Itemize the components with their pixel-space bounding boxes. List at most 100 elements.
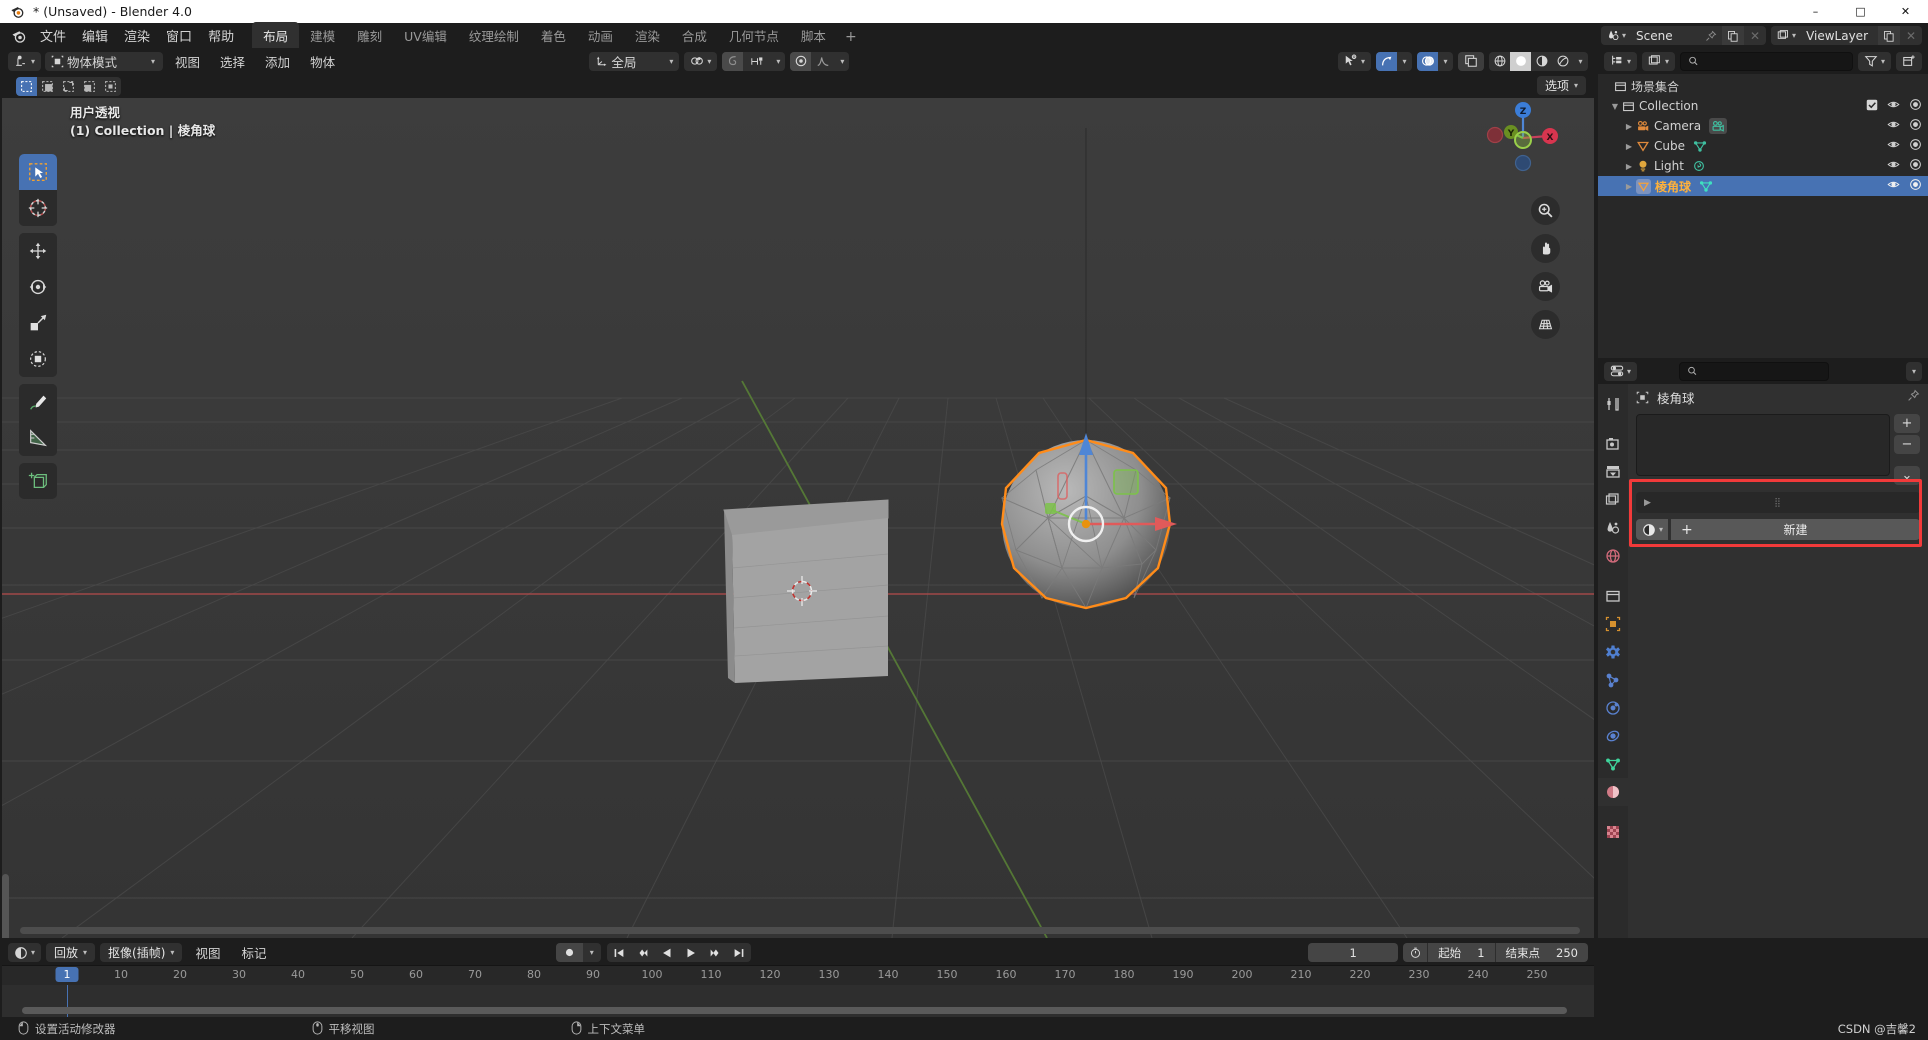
timeline-horizontal-scrollbar[interactable] — [22, 1007, 1567, 1014]
viewport-menu-view[interactable]: 视图 — [167, 50, 208, 73]
outliner-row-collection[interactable]: ▼ Collection — [1598, 96, 1928, 116]
outliner-search-input[interactable] — [1703, 54, 1845, 68]
scene-selector[interactable]: ▾ Scene ✕ — [1601, 26, 1767, 45]
wireframe-shading-icon[interactable] — [1489, 52, 1510, 71]
camera-render-icon[interactable] — [1909, 118, 1922, 134]
show-gizmo-icon[interactable] — [1376, 51, 1397, 71]
viewport-canvas[interactable] — [2, 98, 1594, 938]
annotate-tool[interactable] — [19, 384, 57, 420]
maximize-button[interactable]: □ — [1838, 0, 1883, 23]
constraints-tab[interactable] — [1598, 722, 1628, 750]
expand-arrow-icon[interactable]: ▶ — [1644, 498, 1651, 508]
eye-icon[interactable] — [1887, 138, 1900, 154]
eye-icon[interactable] — [1887, 158, 1900, 174]
viewport-horizontal-scrollbar[interactable] — [20, 927, 1580, 934]
collection-tab[interactable] — [1598, 582, 1628, 610]
material-tab[interactable] — [1598, 778, 1628, 806]
viewport-menu-select[interactable]: 选择 — [212, 50, 253, 73]
falloff-dropdown-caret[interactable]: ▾ — [835, 52, 849, 71]
timeline-menu-view[interactable]: 视图 — [187, 941, 228, 964]
zoom-icon[interactable] — [1531, 196, 1560, 225]
measure-tool[interactable] — [19, 420, 57, 456]
viewport-3d[interactable]: 用户透视 (1) Collection | 棱角球 Z X Y ▾ 物体模式 ▾… — [2, 48, 1594, 938]
properties-search-box[interactable] — [1678, 361, 1829, 381]
playback-menu[interactable]: 回放 ▾ — [46, 943, 96, 962]
timeline-ruler[interactable]: 1 10 20 30 40 50 60 70 80 90 100 110 120… — [2, 965, 1594, 985]
minimize-button[interactable]: – — [1793, 0, 1838, 23]
auto-keying-caret[interactable]: ▾ — [583, 943, 601, 962]
workspace-tab-compositing[interactable]: 合成 — [671, 22, 718, 50]
cursor-tool[interactable] — [19, 190, 57, 226]
outliner-row-icosphere[interactable]: ▶ 棱角球 — [1598, 176, 1928, 196]
lasso-select-icon[interactable] — [79, 76, 100, 96]
falloff-curve-icon[interactable] — [811, 52, 835, 71]
physics-tab[interactable] — [1598, 694, 1628, 722]
workspace-tab-rendering[interactable]: 渲染 — [624, 22, 671, 50]
viewport-menu-add[interactable]: 添加 — [257, 50, 298, 73]
cube-expand-arrow[interactable]: ▶ — [1622, 142, 1636, 151]
camera-render-icon[interactable] — [1909, 98, 1922, 114]
menu-render[interactable]: 渲染 — [116, 23, 158, 48]
workspace-tab-uv-editing[interactable]: UV编辑 — [393, 22, 458, 50]
keying-menu[interactable]: 抠像(插帧) ▾ — [100, 943, 183, 962]
show-overlays-icon[interactable] — [1417, 51, 1438, 71]
outliner-row-scene-collection[interactable]: 场景集合 — [1598, 76, 1928, 96]
camera-expand-arrow[interactable]: ▶ — [1622, 122, 1636, 131]
properties-options-caret[interactable]: ▾ — [1905, 361, 1922, 381]
material-slot-specials-button[interactable]: ⌄ — [1894, 466, 1920, 485]
particles-tab[interactable] — [1598, 666, 1628, 694]
new-viewlayer-icon[interactable] — [1878, 26, 1900, 45]
proportional-editing-toggle[interactable] — [790, 51, 812, 71]
close-button[interactable]: ✕ — [1883, 0, 1928, 23]
outliner-row-cube[interactable]: ▶ Cube — [1598, 136, 1928, 156]
use-preview-range-icon[interactable] — [1403, 946, 1427, 959]
jump-prev-keyframe-icon[interactable] — [631, 943, 655, 962]
rendered-shading-icon[interactable] — [1552, 52, 1573, 71]
icosphere-expand-arrow[interactable]: ▶ — [1622, 182, 1636, 191]
light-data-icon[interactable] — [1692, 159, 1706, 173]
mesh-data-icon[interactable] — [1693, 139, 1707, 153]
play-icon[interactable] — [679, 943, 703, 962]
workspace-tab-modeling[interactable]: 建模 — [299, 22, 346, 50]
mesh-data-icon[interactable] — [1699, 179, 1713, 193]
menu-file[interactable]: 文件 — [32, 23, 74, 48]
viewport-menu-object[interactable]: 物体 — [302, 50, 343, 73]
workspace-tab-texture-paint[interactable]: 纹理绘制 — [458, 22, 530, 50]
visibility-selector[interactable]: ▾ — [1337, 51, 1371, 71]
timeline-editor-icon[interactable]: ▾ — [8, 943, 42, 962]
collection-checkbox[interactable] — [1866, 99, 1878, 114]
collection-expand-arrow[interactable]: ▼ — [1608, 102, 1622, 111]
workspace-tab-shading[interactable]: 着色 — [530, 22, 577, 50]
outliner-editor-type-icon[interactable]: ▾ — [1604, 51, 1638, 71]
add-cube-tool[interactable] — [19, 463, 57, 499]
select-all-icon[interactable] — [100, 76, 121, 96]
pin-icon[interactable] — [1907, 389, 1920, 405]
timeline-menu-marker[interactable]: 标记 — [233, 941, 274, 964]
playhead-label[interactable]: 1 — [55, 967, 79, 982]
eye-icon[interactable] — [1887, 118, 1900, 134]
transform-tool[interactable] — [19, 341, 57, 377]
render-tab[interactable] — [1598, 430, 1628, 458]
outliner-row-light[interactable]: ▶ Light — [1598, 156, 1928, 176]
material-slot-expander-row[interactable]: ▶ ⣿ — [1636, 492, 1920, 513]
snap-dropdown-caret[interactable]: ▾ — [771, 52, 785, 71]
viewport-vertical-scrollbar[interactable] — [2, 874, 9, 938]
add-workspace-button[interactable]: + — [837, 25, 865, 49]
view-layer-tab[interactable] — [1598, 486, 1628, 514]
rotate-tool[interactable] — [19, 269, 57, 305]
viewport-navigation-gizmo[interactable]: Z X Y — [1478, 90, 1568, 180]
workspace-tab-animation[interactable]: 动画 — [577, 22, 624, 50]
xray-toggle-icon[interactable] — [1458, 51, 1484, 71]
light-expand-arrow[interactable]: ▶ — [1622, 162, 1636, 171]
add-material-slot-button[interactable]: + — [1894, 414, 1920, 433]
outliner-display-mode-icon[interactable]: ▾ — [1642, 51, 1676, 71]
workspace-tab-scripting[interactable]: 脚本 — [790, 22, 837, 50]
camera-render-icon[interactable] — [1909, 178, 1922, 194]
tool-tab[interactable] — [1598, 390, 1628, 418]
play-reverse-icon[interactable] — [655, 943, 679, 962]
jump-next-keyframe-icon[interactable] — [703, 943, 727, 962]
scene-tab[interactable] — [1598, 514, 1628, 542]
jump-to-end-icon[interactable] — [727, 943, 751, 962]
outliner-row-camera[interactable]: ▶ Camera — [1598, 116, 1928, 136]
menu-window[interactable]: 窗口 — [158, 23, 200, 48]
